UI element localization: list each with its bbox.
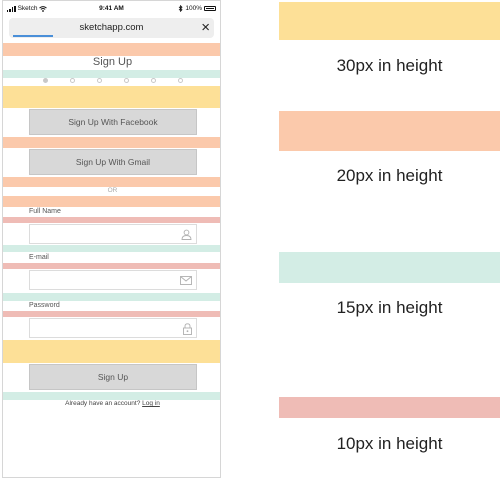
spacing-band [3, 177, 220, 187]
email-label: E-mail [29, 254, 49, 261]
full-name-field[interactable] [29, 224, 197, 244]
login-prompt-text: Already have an account? [65, 400, 141, 407]
progress-dot [178, 78, 183, 83]
login-link[interactable]: Log in [142, 400, 160, 407]
spacing-band [3, 392, 220, 400]
spacing-band [3, 217, 220, 223]
spacing-band [3, 86, 220, 108]
or-divider: OR [107, 187, 118, 194]
progress-dot [124, 78, 129, 83]
facebook-signup-button[interactable]: Sign Up With Facebook [29, 109, 197, 135]
legend-swatch-pink [279, 397, 500, 418]
loading-indicator [13, 35, 53, 37]
status-bar: Sketch 9:41 AM 100% [3, 1, 220, 17]
bluetooth-icon [179, 5, 183, 12]
progress-dot [43, 78, 48, 83]
gmail-signup-button[interactable]: Sign Up With Gmail [29, 149, 197, 175]
full-name-label: Full Name [29, 208, 61, 215]
page-title: Sign Up [92, 56, 133, 68]
login-prompt: Already have an account? Log in [3, 400, 220, 407]
legend-swatch-green [279, 252, 500, 283]
password-field[interactable] [29, 318, 197, 338]
mail-icon [180, 276, 192, 285]
legend-swatch-orange [279, 111, 500, 151]
legend-label: 15px in height [336, 298, 443, 317]
lock-icon [183, 323, 192, 335]
legend-label: 10px in height [336, 434, 443, 453]
spacing-band [3, 263, 220, 269]
url-text: sketchapp.com [79, 22, 144, 33]
spacing-band [3, 196, 220, 207]
close-icon[interactable]: × [201, 18, 210, 38]
spacing-band [3, 311, 220, 317]
progress-dot [70, 78, 75, 83]
spacing-band [3, 340, 220, 363]
user-icon [181, 229, 192, 240]
url-bar[interactable]: sketchapp.com × [9, 18, 214, 38]
submit-signup-button[interactable]: Sign Up [29, 364, 197, 390]
battery-icon [204, 5, 216, 12]
email-field[interactable] [29, 270, 197, 290]
spacing-band [3, 137, 220, 148]
legend-swatch-yellow [279, 2, 500, 40]
spacing-band [3, 245, 220, 252]
battery-percent: 100% [185, 5, 202, 12]
legend-label: 20px in height [336, 166, 443, 185]
legend-label: 30px in height [336, 56, 443, 75]
spacing-band [3, 70, 220, 78]
progress-dot [97, 78, 102, 83]
progress-dot [151, 78, 156, 83]
spacing-band [3, 293, 220, 301]
phone-mockup: Sketch 9:41 AM 100% sketchapp.com × Sign… [2, 0, 221, 478]
spacing-band [3, 43, 220, 56]
password-label: Password [29, 302, 60, 309]
